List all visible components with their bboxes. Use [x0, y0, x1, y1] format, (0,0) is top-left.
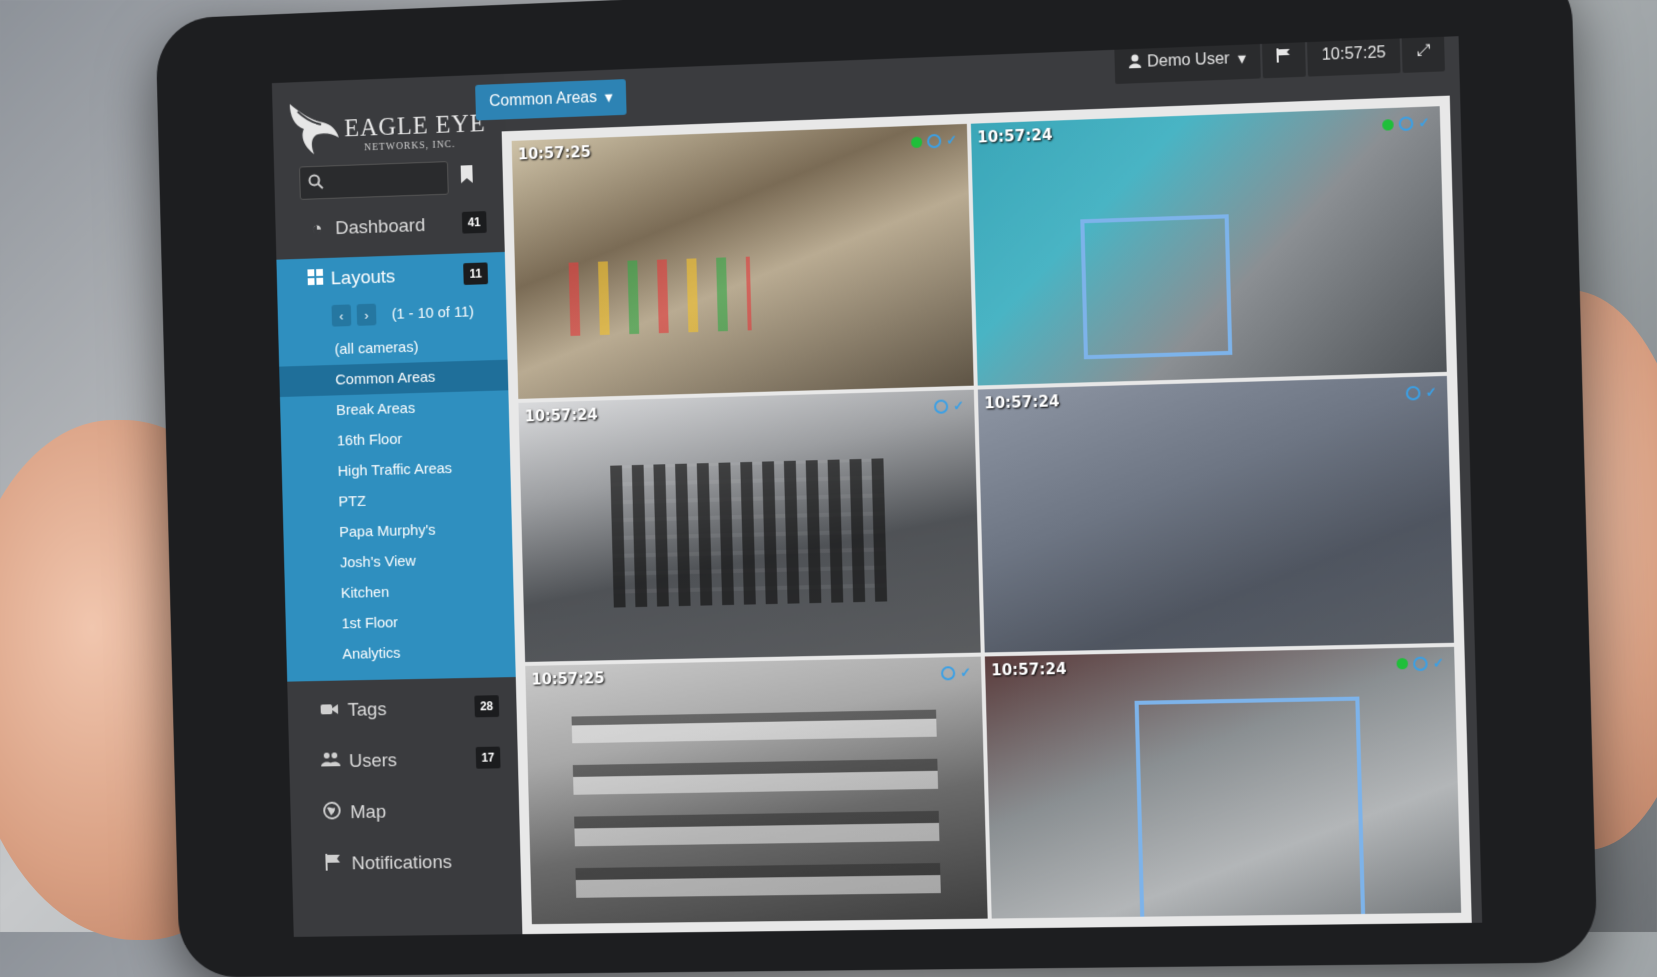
users-icon	[320, 751, 342, 773]
camera-tile[interactable]: 10:57:24 ✓	[984, 646, 1462, 919]
camera-feed-image	[571, 709, 941, 898]
dashboard-count-badge: 41	[461, 211, 487, 234]
camera-timestamp: 10:57:24	[524, 405, 598, 426]
camera-status: ✓	[1396, 655, 1445, 672]
layout-item-analytics[interactable]: Analytics	[286, 635, 519, 670]
sidebar-item-label: Notifications	[351, 852, 453, 875]
alerts-flag-button[interactable]	[1261, 36, 1306, 79]
camera-feed-image	[568, 257, 752, 336]
users-count-badge: 17	[475, 746, 501, 769]
camera-status: ✓	[1405, 385, 1437, 402]
sidebar-item-map[interactable]: Map	[290, 788, 524, 837]
logo-subtitle: NETWORKS, INC.	[364, 139, 456, 154]
history-icon[interactable]	[934, 399, 949, 415]
prev-page-button[interactable]: ‹	[331, 304, 352, 327]
camera-timestamp: 10:57:25	[531, 668, 605, 689]
tags-count-badge: 28	[473, 695, 500, 718]
top-right-toolbar: Demo User ▾ 10:57:25 ⤢	[1114, 36, 1445, 85]
online-indicator-icon	[1382, 118, 1394, 131]
layout-list: (all cameras) Common Areas Break Areas 1…	[278, 329, 519, 671]
search-icon	[308, 174, 324, 190]
flag-icon	[1276, 47, 1291, 67]
camera-icon	[319, 700, 341, 722]
chevron-down-icon: ▾	[604, 89, 613, 107]
history-icon[interactable]	[1413, 656, 1428, 671]
camera-timestamp: 10:57:24	[990, 659, 1067, 680]
camera-status: ✓	[934, 398, 964, 415]
layouts-count-badge: 11	[463, 262, 489, 285]
grid-icon	[307, 268, 324, 291]
layouts-pager: ‹ › (1 - 10 of 11)	[331, 300, 475, 327]
sidebar-item-label: Map	[350, 801, 387, 824]
tablet-device: EAGLE EYE NETWORKS, INC. ◔ Dashboard 41	[155, 0, 1598, 977]
logo: EAGLE EYE NETWORKS, INC.	[284, 88, 499, 165]
chevron-down-icon[interactable]: ✓	[953, 398, 964, 414]
sidebar-item-label: Users	[348, 750, 398, 772]
camera-status: ✓	[940, 664, 971, 681]
chevron-left-icon: ‹	[339, 308, 344, 323]
expand-icon: ⤢	[1416, 42, 1431, 61]
sidebar-item-dashboard[interactable]: ◔ Dashboard 41	[275, 200, 508, 253]
online-indicator-icon	[911, 136, 923, 148]
sidebar: EAGLE EYE NETWORKS, INC. ◔ Dashboard 41	[271, 73, 527, 937]
camera-tile[interactable]: 10:57:24 ✓	[977, 376, 1454, 653]
camera-timestamp: 10:57:25	[517, 142, 592, 164]
history-icon[interactable]	[1405, 386, 1421, 401]
detection-box	[1134, 696, 1366, 919]
camera-timestamp: 10:57:24	[977, 125, 1053, 147]
flag-icon	[322, 853, 344, 877]
sidebar-item-users[interactable]: Users 17	[289, 736, 523, 785]
camera-grid-container: 10:57:25 ✓ 10:57:24 ✓ 10:57:24 ✓ 10:57:2…	[501, 95, 1472, 935]
detection-box	[1080, 214, 1233, 360]
sidebar-item-layouts[interactable]: Layouts 11	[276, 252, 509, 303]
camera-tile[interactable]: 10:57:24 ✓	[970, 106, 1447, 386]
user-icon	[1128, 53, 1142, 73]
layout-item-1st-floor[interactable]: 1st Floor	[285, 605, 518, 641]
camera-timestamp: 10:57:24	[984, 392, 1060, 413]
camera-status: ✓	[1382, 115, 1430, 133]
camera-tile[interactable]: 10:57:24 ✓	[518, 389, 981, 662]
globe-icon	[321, 802, 343, 826]
history-icon[interactable]	[1398, 116, 1414, 132]
layout-dropdown-button[interactable]: Common Areas ▾	[475, 79, 627, 121]
user-menu-label: Demo User	[1146, 50, 1230, 71]
history-icon[interactable]	[927, 133, 942, 149]
pager-text: (1 - 10 of 11)	[391, 302, 475, 323]
logo-title: EAGLE EYE	[344, 110, 486, 143]
camera-tile[interactable]: 10:57:25 ✓	[511, 123, 974, 400]
dashboard-icon: ◔	[311, 218, 323, 240]
clock-display: 10:57:25	[1306, 36, 1401, 77]
chevron-down-icon[interactable]: ✓	[946, 132, 957, 148]
camera-status: ✓	[911, 132, 957, 150]
fullscreen-button[interactable]: ⤢	[1401, 36, 1445, 73]
sidebar-item-label: Tags	[347, 699, 387, 721]
bookmark-icon[interactable]	[460, 164, 474, 184]
layouts-panel: Layouts 11 ‹ › (1 - 10 of 11) (all camer…	[276, 251, 520, 682]
camera-grid: 10:57:25 ✓ 10:57:24 ✓ 10:57:24 ✓ 10:57:2…	[511, 106, 1462, 925]
user-menu-button[interactable]: Demo User ▾	[1114, 37, 1261, 85]
chevron-down-icon[interactable]: ✓	[1425, 385, 1437, 402]
app-screen: EAGLE EYE NETWORKS, INC. ◔ Dashboard 41	[271, 36, 1483, 937]
chevron-right-icon: ›	[364, 307, 369, 323]
history-icon[interactable]	[940, 665, 956, 681]
camera-tile[interactable]: 10:57:25 ✓	[525, 656, 988, 925]
camera-feed-image	[610, 458, 888, 608]
search-input[interactable]	[299, 161, 449, 200]
next-page-button[interactable]: ›	[356, 303, 377, 326]
chevron-down-icon: ▾	[1237, 50, 1247, 69]
chevron-down-icon[interactable]: ✓	[1433, 655, 1445, 672]
sidebar-item-label: Dashboard	[335, 215, 426, 239]
sidebar-item-tags[interactable]: Tags 28	[287, 685, 521, 735]
eagle-logo-icon	[289, 102, 340, 156]
chevron-down-icon[interactable]: ✓	[1418, 115, 1430, 132]
layout-dropdown-label: Common Areas	[488, 89, 598, 111]
sidebar-item-label: Layouts	[330, 266, 396, 290]
online-indicator-icon	[1396, 658, 1409, 670]
chevron-down-icon[interactable]: ✓	[960, 664, 971, 680]
sidebar-item-notifications[interactable]: Notifications	[291, 839, 525, 888]
